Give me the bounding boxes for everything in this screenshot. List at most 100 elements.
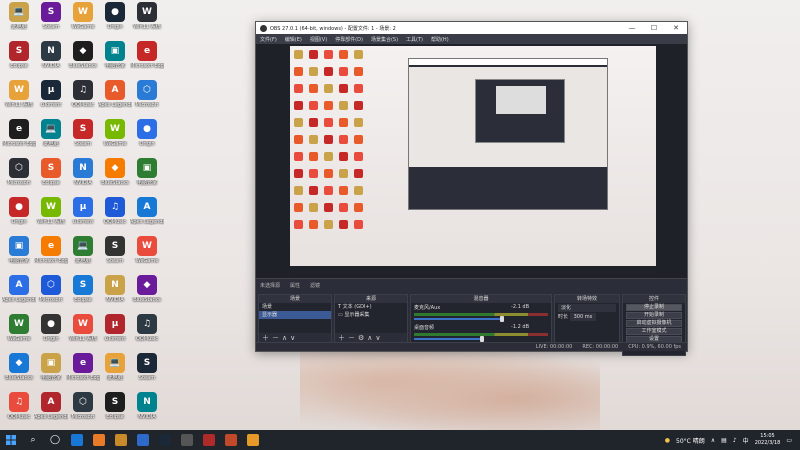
tray-chevron-icon[interactable]: ∧	[711, 437, 715, 444]
preview-canvas[interactable]	[290, 46, 656, 274]
desktop-icon[interactable]: N NVIDIA	[66, 158, 100, 198]
menu-file[interactable]: 文件(F)	[260, 36, 277, 43]
volume-icon[interactable]: ♪	[733, 437, 737, 444]
desktop-icon[interactable]: N NVIDIA	[98, 275, 132, 315]
desktop-icon[interactable]: S Eclipse	[66, 275, 100, 315]
desktop-icon[interactable]: ⬡ Microsoft	[2, 158, 36, 198]
desktop-icon[interactable]: ▣ 电脑管家	[34, 353, 68, 393]
desktop-icon[interactable]: S Eclipse	[2, 41, 36, 81]
desktop-icon[interactable]: e Microsoft Edge	[130, 41, 164, 81]
desktop-icon[interactable]: S Steam	[98, 236, 132, 276]
desktop-icon[interactable]: W Win11 系统	[34, 197, 68, 237]
desktop-icon[interactable]: μ uTorrent	[66, 197, 100, 237]
desktop-icon[interactable]: ♫ QQMusic	[98, 197, 132, 237]
start-button[interactable]	[0, 430, 22, 450]
start-recording-button[interactable]: 开始录制	[626, 312, 682, 319]
desktop-icon[interactable]: W WeGame	[98, 119, 132, 159]
desktop-icon[interactable]: ● Origin	[130, 119, 164, 159]
maximize-button[interactable]: ☐	[643, 24, 665, 32]
desktop-icon[interactable]: W WeGame	[130, 236, 164, 276]
desktop-icon[interactable]: S Steam	[130, 353, 164, 393]
filters-button[interactable]: 滤镜	[310, 282, 320, 289]
desktop-icon[interactable]: 💻 此电脑	[66, 236, 100, 276]
desktop-icon[interactable]: ● Origin	[98, 2, 132, 42]
taskbar-app[interactable]	[176, 430, 198, 450]
obs-window[interactable]: OBS 27.0.1 (64-bit, windows) - 配置文件: 1 -…	[255, 21, 688, 356]
studio-mode-button[interactable]: 工作室模式	[626, 328, 682, 335]
source-item[interactable]: T 文本 (GDI+)	[335, 303, 407, 311]
desktop-icon[interactable]: ⬡ Microsoft	[34, 275, 68, 315]
search-icon[interactable]: ⌕	[22, 430, 44, 450]
desktop-icon[interactable]: W Win11 系统	[66, 314, 100, 354]
desktop-icon[interactable]: ♫ QQMusic	[2, 392, 36, 432]
desktop-icon[interactable]: μ uTorrent	[98, 314, 132, 354]
desktop-icon[interactable]: W Win11 系统	[130, 2, 164, 42]
desktop-icon[interactable]: μ uTorrent	[34, 80, 68, 120]
transition-select[interactable]: 淡化	[558, 304, 616, 312]
network-icon[interactable]: ▤	[721, 437, 727, 444]
taskbar-app[interactable]	[66, 430, 88, 450]
desktop-icon[interactable]: ▣ 电脑管家	[2, 236, 36, 276]
desktop-icon[interactable]: ⬡ Microsoft	[130, 80, 164, 120]
properties-button[interactable]: 属性	[290, 282, 300, 289]
desktop-icon[interactable]: e Microsoft Edge	[66, 353, 100, 393]
desktop-icon[interactable]: A Apex Legends	[130, 197, 164, 237]
volume-slider[interactable]	[414, 336, 484, 342]
desktop-icon[interactable]: A Apex Legends	[98, 80, 132, 120]
taskbar-app[interactable]	[132, 430, 154, 450]
desktop-icon[interactable]: ♫ QQMusic	[66, 80, 100, 120]
desktop-icon[interactable]: N NVIDIA	[34, 41, 68, 81]
desktop-icon[interactable]: ◆ BlueStacks	[98, 158, 132, 198]
desktop-icon[interactable]: S Eclipse	[34, 158, 68, 198]
scene-item[interactable]: 显示器	[259, 311, 331, 319]
obs-titlebar[interactable]: OBS 27.0.1 (64-bit, windows) - 配置文件: 1 -…	[256, 22, 687, 34]
stop-recording-button[interactable]: 停止录制	[626, 304, 682, 311]
desktop-icon[interactable]: e Microsoft Edge	[2, 119, 36, 159]
menu-scene-collection[interactable]: 场景集合(S)	[371, 36, 398, 43]
desktop-icon[interactable]: e Microsoft Edge	[34, 236, 68, 276]
desktop-icon[interactable]: S Steam	[66, 119, 100, 159]
desktop-icon[interactable]: ◆ BlueStacks	[2, 353, 36, 393]
obs-preview[interactable]	[256, 44, 687, 278]
taskbar-app[interactable]	[110, 430, 132, 450]
weather-text[interactable]: 50°C 晴朗	[676, 436, 705, 445]
menu-tools[interactable]: 工具(T)	[406, 36, 423, 43]
notification-icon[interactable]: ▭	[786, 437, 792, 444]
desktop-icon[interactable]: ⬡ Microsoft	[66, 392, 100, 432]
close-button[interactable]: ✕	[665, 24, 687, 32]
desktop-icon[interactable]: W Win11 系统	[2, 80, 36, 120]
desktop-icon[interactable]: 💻 此电脑	[34, 119, 68, 159]
volume-slider[interactable]	[414, 316, 504, 322]
clock[interactable]: 15:05 2022/3/18	[755, 433, 781, 447]
virtual-camera-button[interactable]: 启动虚拟摄像机	[626, 320, 682, 327]
taskbar-app[interactable]	[88, 430, 110, 450]
desktop-icon[interactable]: ♫ QQMusic	[130, 314, 164, 354]
desktop-icon[interactable]: N NVIDIA	[130, 392, 164, 432]
desktop-icon[interactable]: ● Origin	[2, 197, 36, 237]
desktop-icon[interactable]: ● Origin	[34, 314, 68, 354]
desktop-icon[interactable]: W WeGame	[66, 2, 100, 42]
taskbar-app[interactable]	[220, 430, 242, 450]
desktop-icon[interactable]: ▣ 电脑管家	[98, 41, 132, 81]
desktop-icon[interactable]: A Apex Legends	[2, 275, 36, 315]
desktop-icon[interactable]: S Eclipse	[98, 392, 132, 432]
desktop-icon[interactable]: W WeGame	[2, 314, 36, 354]
desktop-icon[interactable]: ◆ BlueStacks	[130, 275, 164, 315]
scene-item[interactable]: 场景	[259, 303, 331, 311]
minimize-button[interactable]: —	[621, 24, 643, 32]
desktop-icon[interactable]: 💻 此电脑	[2, 2, 36, 42]
desktop-icon[interactable]: S Steam	[34, 2, 68, 42]
task-view-icon[interactable]: ◯	[44, 430, 66, 450]
menu-edit[interactable]: 编辑(E)	[285, 36, 302, 43]
duration-input[interactable]: 300 ms	[569, 313, 597, 321]
source-item[interactable]: ▭ 显示器采集	[335, 311, 407, 319]
menu-view[interactable]: 视图(V)	[310, 36, 327, 43]
desktop-icon[interactable]: 💻 此电脑	[98, 353, 132, 393]
desktop-icon[interactable]: ◆ BlueStacks	[66, 41, 100, 81]
desktop-icon[interactable]: A Apex Legends	[34, 392, 68, 432]
taskbar-app[interactable]	[198, 430, 220, 450]
menu-help[interactable]: 帮助(H)	[431, 36, 449, 43]
input-language[interactable]: 中	[743, 436, 749, 445]
desktop-icon[interactable]: ▣ 电脑管家	[130, 158, 164, 198]
taskbar-app[interactable]	[242, 430, 264, 450]
